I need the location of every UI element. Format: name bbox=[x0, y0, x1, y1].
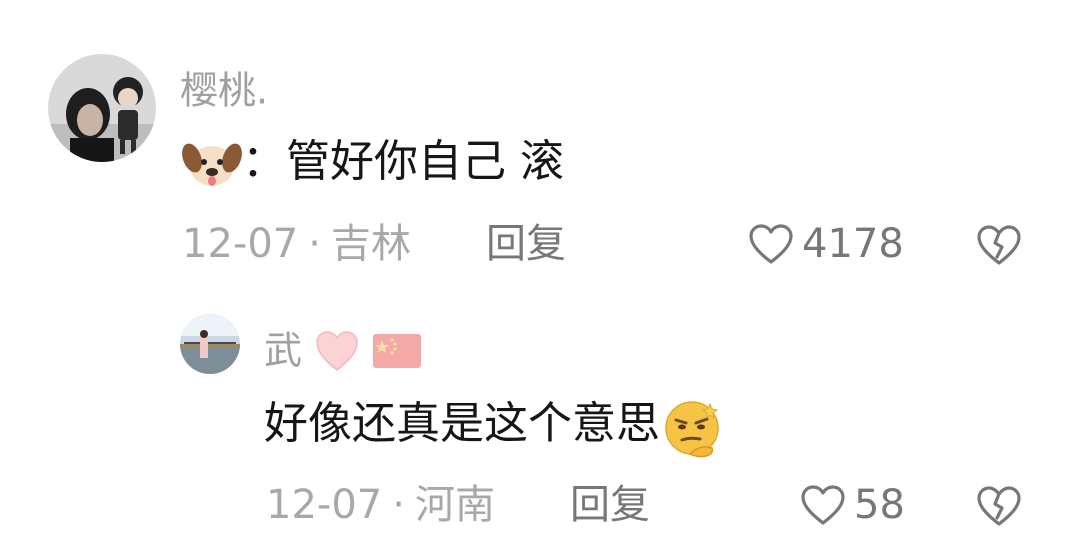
pink-heart-emoji-icon bbox=[316, 330, 358, 371]
comment-text: ：管好你自己 滚 bbox=[182, 134, 564, 192]
broken-heart-icon bbox=[977, 225, 1021, 265]
avatar[interactable] bbox=[48, 54, 156, 162]
comment-location: 河南 bbox=[414, 482, 495, 528]
like-button[interactable]: 58 bbox=[800, 480, 905, 530]
reply-button[interactable]: 回复 bbox=[486, 219, 566, 269]
comment-date: 12-07 bbox=[182, 221, 299, 267]
username[interactable]: 武 bbox=[264, 324, 422, 375]
comment-meta: 12-07 · 吉林 bbox=[182, 219, 411, 269]
meta-separator: · bbox=[308, 221, 321, 267]
like-count: 58 bbox=[854, 482, 905, 528]
thinking-smirk-emoji-icon bbox=[665, 401, 719, 458]
comment-meta: 12-07 · 河南 bbox=[266, 480, 495, 530]
meta-separator: · bbox=[392, 482, 405, 528]
broken-heart-icon bbox=[977, 486, 1021, 526]
like-count: 4178 bbox=[802, 221, 904, 267]
dislike-button[interactable] bbox=[974, 219, 1024, 269]
like-button[interactable]: 4178 bbox=[748, 219, 904, 269]
username[interactable]: 樱桃. bbox=[180, 64, 268, 115]
comment-item-1: 樱桃. ：管好你自己 滚 12-07 · 吉林 回复 4178 bbox=[0, 0, 1080, 290]
comment-text: 好像还真是这个意思 bbox=[264, 394, 728, 458]
comment-location: 吉林 bbox=[330, 221, 411, 267]
heart-outline-icon bbox=[749, 224, 793, 264]
comment-date: 12-07 bbox=[266, 482, 383, 528]
china-flag-emoji-icon bbox=[373, 333, 422, 368]
dog-face-emoji-icon bbox=[182, 143, 242, 186]
avatar-photo bbox=[48, 54, 156, 162]
heart-outline-icon bbox=[801, 485, 845, 525]
reply-button[interactable]: 回复 bbox=[570, 480, 650, 530]
comment-item-2: 武 好像还真是这个意思 12-07 · 河南 回复 58 bbox=[0, 290, 1080, 551]
avatar[interactable] bbox=[180, 314, 240, 374]
dislike-button[interactable] bbox=[974, 480, 1024, 530]
avatar-photo bbox=[180, 314, 240, 374]
